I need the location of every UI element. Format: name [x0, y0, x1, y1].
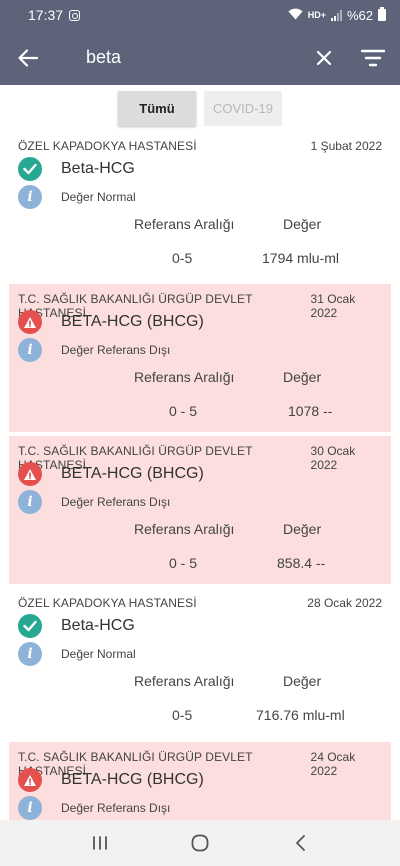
close-icon [316, 50, 332, 65]
home-button[interactable] [170, 823, 230, 863]
battery-icon [378, 7, 386, 21]
info-icon[interactable]: i [18, 338, 42, 362]
result-date: 1 Şubat 2022 [310, 139, 382, 153]
info-icon[interactable]: i [18, 642, 42, 666]
status-bar: 17:37 HD+ %62 [0, 0, 400, 30]
reference-range-label: Referans Aralığı [134, 673, 235, 689]
result-note: Değer Normal [61, 190, 136, 204]
results-list[interactable]: ÖZEL KAPADOKYA HASTANESİ 1 Şubat 2022 Be… [0, 131, 400, 820]
system-back-button[interactable] [270, 823, 330, 863]
tab-bar: Tümü COVID-19 [118, 91, 282, 126]
system-nav-bar [0, 820, 400, 866]
result-card[interactable]: T.C. SAĞLIK BAKANLIĞI ÜRGÜP DEVLET HASTA… [9, 436, 391, 584]
arrow-left-icon [18, 48, 38, 67]
result-date: 28 Ocak 2022 [307, 596, 382, 610]
app-bar: beta [0, 30, 400, 85]
test-name: BETA-HCG (BHCG) [61, 465, 204, 482]
result-value: 716.76 mlu-ml [256, 707, 345, 723]
result-card[interactable]: ÖZEL KAPADOKYA HASTANESİ 28 Ocak 2022 Be… [9, 588, 391, 736]
value-label: Değer [283, 216, 322, 232]
reference-range-value: 0-5 [172, 707, 193, 723]
battery-level: %62 [346, 7, 373, 23]
result-note: Değer Referans Dışı [61, 343, 171, 357]
home-icon [191, 834, 209, 852]
check-circle-icon [18, 614, 42, 638]
value-label: Değer [283, 369, 322, 385]
recent-apps-icon [93, 836, 107, 850]
value-label: Değer [283, 673, 322, 689]
test-name: BETA-HCG (BHCG) [61, 313, 204, 330]
status-time: 17:37 [28, 7, 64, 23]
info-icon[interactable]: i [18, 490, 42, 514]
instagram-notification-icon [69, 9, 81, 21]
filter-button[interactable] [348, 30, 398, 85]
info-icon[interactable]: i [18, 185, 42, 209]
search-input[interactable]: beta [56, 47, 300, 68]
test-name: BETA-HCG (BHCG) [61, 771, 204, 788]
tab-covid-19[interactable]: COVID-19 [204, 91, 282, 126]
result-note: Değer Normal [61, 647, 136, 661]
result-date: 31 Ocak 2022 [310, 292, 356, 320]
result-value: 858.4 -- [277, 555, 326, 571]
tab-all[interactable]: Tümü [118, 91, 196, 126]
result-card[interactable]: T.C. SAĞLIK BAKANLIĞI ÜRGÜP DEVLET HASTA… [9, 742, 391, 820]
reference-range-label: Referans Aralığı [134, 369, 235, 385]
recent-apps-button[interactable] [70, 823, 130, 863]
reference-range-value: 0-5 [172, 250, 193, 266]
result-value: 1794 mlu-ml [262, 250, 340, 266]
hospital-name: ÖZEL KAPADOKYA HASTANESİ [18, 139, 197, 153]
back-button[interactable] [0, 30, 56, 85]
wifi-icon [288, 8, 303, 23]
warning-triangle-icon [18, 768, 42, 792]
network-type: HD+ [307, 10, 326, 20]
signal-icon [330, 9, 342, 21]
reference-range-value: 0 - 5 [169, 403, 198, 419]
result-card[interactable]: T.C. SAĞLIK BAKANLIĞI ÜRGÜP DEVLET HASTA… [9, 284, 391, 432]
nav-back-icon [296, 835, 305, 851]
value-label: Değer [283, 521, 322, 537]
hospital-name: ÖZEL KAPADOKYA HASTANESİ [18, 596, 197, 610]
result-note: Değer Referans Dışı [61, 495, 171, 509]
result-card[interactable]: ÖZEL KAPADOKYA HASTANESİ 1 Şubat 2022 Be… [9, 131, 391, 279]
test-name: Beta-HCG [61, 617, 135, 634]
reference-range-label: Referans Aralığı [134, 521, 235, 537]
info-icon[interactable]: i [18, 796, 42, 820]
clear-search-button[interactable] [300, 30, 348, 85]
result-value: 1078 -- [288, 403, 333, 419]
reference-range-value: 0 - 5 [169, 555, 198, 571]
result-note: Değer Referans Dışı [61, 801, 171, 815]
reference-range-label: Referans Aralığı [134, 216, 235, 232]
filter-icon [361, 49, 385, 66]
warning-triangle-icon [18, 310, 42, 334]
test-name: Beta-HCG [61, 160, 135, 177]
warning-triangle-icon [18, 462, 42, 486]
result-date: 24 Ocak 2022 [310, 750, 356, 778]
check-circle-icon [18, 157, 42, 181]
result-date: 30 Ocak 2022 [310, 444, 356, 472]
